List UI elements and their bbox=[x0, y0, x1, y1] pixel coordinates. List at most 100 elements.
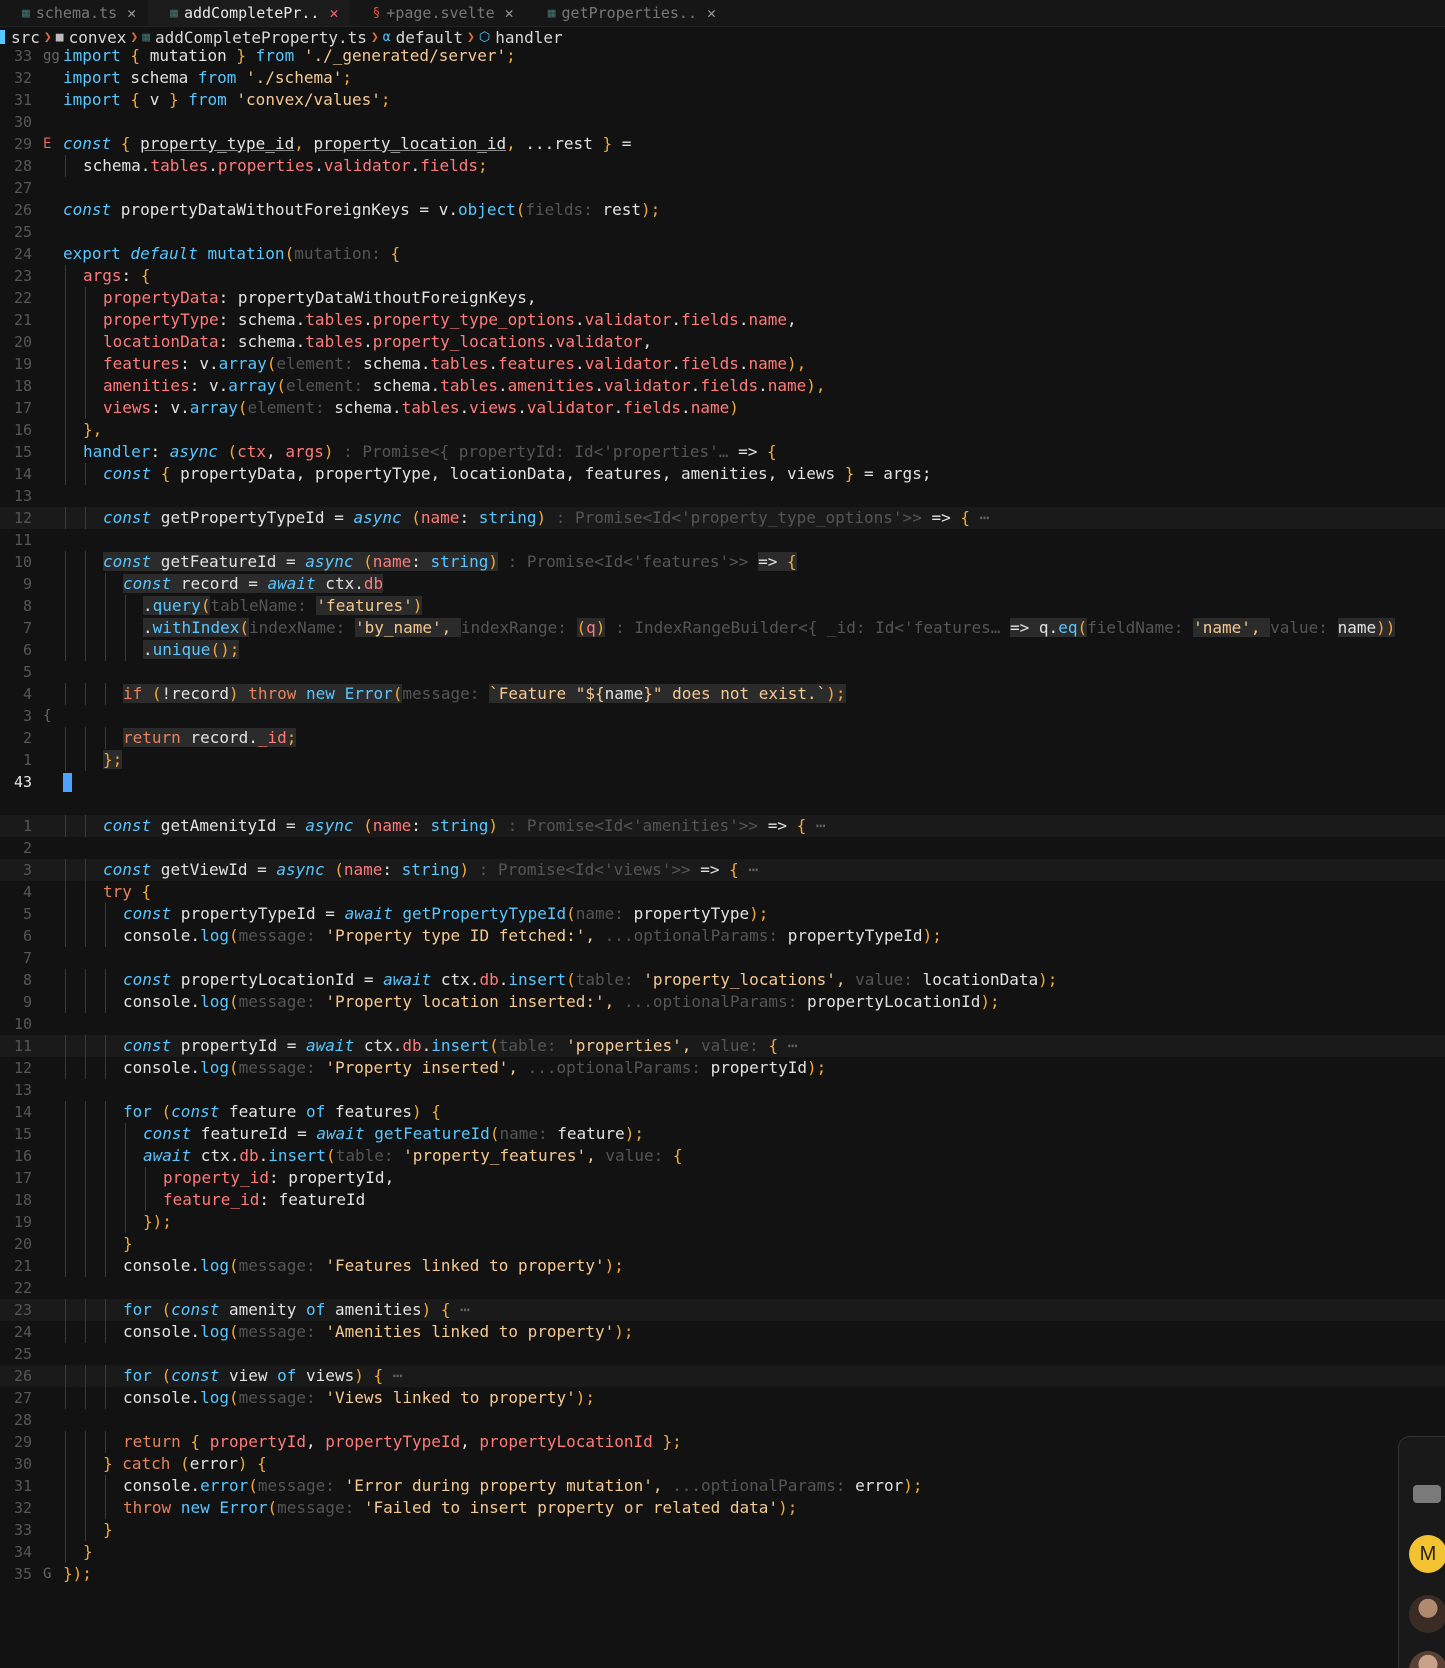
tab-schema[interactable]: ▦ schema.ts ✕ bbox=[0, 0, 148, 26]
code-line[interactable]: 6 console.log(message: 'Property type ID … bbox=[0, 925, 1445, 947]
breadcrumb-item-file[interactable]: addCompleteProperty.ts bbox=[155, 28, 367, 47]
code-line[interactable]: 30 bbox=[0, 111, 1445, 133]
code-line[interactable]: 2 bbox=[0, 837, 1445, 859]
close-icon[interactable]: ✕ bbox=[707, 4, 716, 22]
code-line[interactable]: 35 G}); bbox=[0, 1563, 1445, 1585]
code-line[interactable]: 24 console.log(message: 'Amenities linked… bbox=[0, 1321, 1445, 1343]
breadcrumb-item-src[interactable]: src bbox=[11, 28, 40, 47]
code-line[interactable]: 5 bbox=[0, 661, 1445, 683]
code-line[interactable]: 1 const getAmenityId = async (name: strin… bbox=[0, 815, 1445, 837]
code-line[interactable]: 23 args: { bbox=[0, 265, 1445, 287]
code-line[interactable]: 11 const propertyId = await ctx.db.insert… bbox=[0, 1035, 1445, 1057]
code-token: async bbox=[353, 508, 402, 527]
code-line[interactable]: 12 const getPropertyTypeId = async (name:… bbox=[0, 507, 1445, 529]
code-line[interactable]: 23 for (const amenity of amenities) { ⋯ bbox=[0, 1299, 1445, 1321]
code-line[interactable]: 12 console.log(message: 'Property inserte… bbox=[0, 1057, 1445, 1079]
gutter-marker: gg bbox=[43, 48, 60, 64]
avatar[interactable] bbox=[1409, 1651, 1445, 1668]
code-line[interactable]: 10 const getFeatureId = async (name: stri… bbox=[0, 551, 1445, 573]
code-token: const bbox=[103, 860, 152, 879]
code-line[interactable]: 26 const propertyDataWithoutForeignKeys =… bbox=[0, 199, 1445, 221]
code-line[interactable]: 8 .query(tableName: 'features') bbox=[0, 595, 1445, 617]
code-line[interactable]: 2 return record._id; bbox=[0, 727, 1445, 749]
code-line[interactable]: 30} catch (error) { bbox=[0, 1453, 1445, 1475]
tab-page-svelte[interactable]: § +page.svelte ✕ bbox=[350, 0, 525, 26]
code-line[interactable]: 20 locationData: schema.tables.property_l… bbox=[0, 331, 1445, 353]
code-line[interactable]: 4 if (!record) throw new Error(message: `… bbox=[0, 683, 1445, 705]
code-line[interactable]: 29 return { propertyId, propertyTypeId, p… bbox=[0, 1431, 1445, 1453]
code-line[interactable]: 15 handler: async (ctx, args) : Promise<{… bbox=[0, 441, 1445, 463]
close-icon[interactable]: ✕ bbox=[505, 4, 514, 22]
tab-addcompleteproperty[interactable]: ▦ addCompletePr.. ✕ bbox=[148, 0, 351, 26]
code-line[interactable]: 17 property_id: propertyId, bbox=[0, 1167, 1445, 1189]
code-line[interactable]: 43 bbox=[0, 771, 1445, 793]
code-line[interactable]: 15 const featureId = await getFeatureId(n… bbox=[0, 1123, 1445, 1145]
code-line[interactable]: 31 import { v } from 'convex/values'; bbox=[0, 89, 1445, 111]
close-icon[interactable]: ✕ bbox=[127, 4, 136, 22]
code-line[interactable]: 8 const propertyLocationId = await ctx.db… bbox=[0, 969, 1445, 991]
code-line[interactable]: 33 gg import { mutation } from './_generat… bbox=[0, 45, 1445, 67]
code-line[interactable]: 27 console.log(message: 'Views linked to … bbox=[0, 1387, 1445, 1409]
code-token: : Promise<Id<'amenities'>> bbox=[497, 816, 768, 835]
code-line[interactable]: 9 console.log(message: 'Property location… bbox=[0, 991, 1445, 1013]
code-line[interactable]: 29 Econst { property_type_id, property_lo… bbox=[0, 133, 1445, 155]
code-line[interactable]: 27 bbox=[0, 177, 1445, 199]
code-line[interactable]: 20} bbox=[0, 1233, 1445, 1255]
code-line[interactable]: 9 const record = await ctx.db bbox=[0, 573, 1445, 595]
code-line[interactable]: 32 throw new Error(message: 'Failed to in… bbox=[0, 1497, 1445, 1519]
code-line[interactable]: 33} bbox=[0, 1519, 1445, 1541]
code-line[interactable]: 22 propertyData: propertyDataWithoutForei… bbox=[0, 287, 1445, 309]
code-line[interactable]: 3{ bbox=[0, 705, 1445, 727]
code-line[interactable]: 16}, bbox=[0, 419, 1445, 441]
code-line[interactable]: 26 for (const view of views) { ⋯ bbox=[0, 1365, 1445, 1387]
code-line[interactable]: 18 feature_id: featureId bbox=[0, 1189, 1445, 1211]
breadcrumb-item-default[interactable]: default bbox=[396, 28, 463, 47]
breadcrumb-item-convex[interactable]: convex bbox=[69, 28, 127, 47]
code-line[interactable]: 21 console.log(message: 'Features linked … bbox=[0, 1255, 1445, 1277]
tab-getproperties[interactable]: ▦ getProperties.. ✕ bbox=[526, 0, 728, 26]
close-icon[interactable]: ✕ bbox=[329, 4, 338, 22]
code-line[interactable]: 1}; bbox=[0, 749, 1445, 771]
avatar[interactable]: M bbox=[1409, 1535, 1445, 1573]
code-line[interactable]: 31 console.error(message: 'Error during p… bbox=[0, 1475, 1445, 1497]
camera-icon[interactable] bbox=[1413, 1485, 1441, 1503]
code-line[interactable]: 7 bbox=[0, 947, 1445, 969]
code-line[interactable]: 4 try { bbox=[0, 881, 1445, 903]
code-text: console.log(message: 'Features linked to… bbox=[123, 1255, 624, 1277]
code-line[interactable]: 7 .withIndex(indexName: 'by_name', indexR… bbox=[0, 617, 1445, 639]
code-line[interactable]: 3 const getViewId = async (name: string) … bbox=[0, 859, 1445, 881]
code-line[interactable]: 34} bbox=[0, 1541, 1445, 1563]
code-line[interactable]: 10 bbox=[0, 1013, 1445, 1035]
code-line[interactable] bbox=[0, 793, 1445, 815]
code-line[interactable]: 25 bbox=[0, 1343, 1445, 1365]
code-token: const bbox=[143, 1124, 192, 1143]
code-line[interactable]: 22 bbox=[0, 1277, 1445, 1299]
avatar[interactable] bbox=[1409, 1595, 1445, 1633]
indent-guide bbox=[85, 551, 86, 573]
code-line[interactable]: 14 for (const feature of features) { bbox=[0, 1101, 1445, 1123]
code-line[interactable]: 21 propertyType: schema.tables.property_t… bbox=[0, 309, 1445, 331]
code-line[interactable]: 11 bbox=[0, 529, 1445, 551]
code-line[interactable]: 17 views: v.array(element: schema.tables.… bbox=[0, 397, 1445, 419]
code-line[interactable]: 5 const propertyTypeId = await getPropert… bbox=[0, 903, 1445, 925]
indent-guide bbox=[145, 1189, 146, 1211]
code-area[interactable]: 33 gg import { mutation } from './_generat… bbox=[0, 45, 1445, 1585]
code-line[interactable]: 32 import schema from './schema'; bbox=[0, 67, 1445, 89]
code-line[interactable]: 16 await ctx.db.insert(table: 'property_f… bbox=[0, 1145, 1445, 1167]
indent-guide bbox=[85, 1233, 86, 1255]
code-line[interactable]: 28 schema.tables.properties.validator.fie… bbox=[0, 155, 1445, 177]
code-line[interactable]: 6 .unique(); bbox=[0, 639, 1445, 661]
indent-guide bbox=[105, 1145, 106, 1167]
code-line[interactable]: 19 features: v.array(element: schema.tabl… bbox=[0, 353, 1445, 375]
code-token: const bbox=[63, 200, 112, 219]
code-line[interactable]: 13 bbox=[0, 1079, 1445, 1101]
code-line[interactable]: 18 amenities: v.array(element: schema.tab… bbox=[0, 375, 1445, 397]
code-line[interactable]: 14 const { propertyData, propertyType, lo… bbox=[0, 463, 1445, 485]
code-line[interactable]: 28 bbox=[0, 1409, 1445, 1431]
code-token: table: bbox=[575, 970, 644, 989]
code-line[interactable]: 19}); bbox=[0, 1211, 1445, 1233]
code-line[interactable]: 24 export default mutation(mutation: { bbox=[0, 243, 1445, 265]
code-line[interactable]: 13 bbox=[0, 485, 1445, 507]
code-line[interactable]: 25 bbox=[0, 221, 1445, 243]
breadcrumb-item-handler[interactable]: handler bbox=[495, 28, 562, 47]
